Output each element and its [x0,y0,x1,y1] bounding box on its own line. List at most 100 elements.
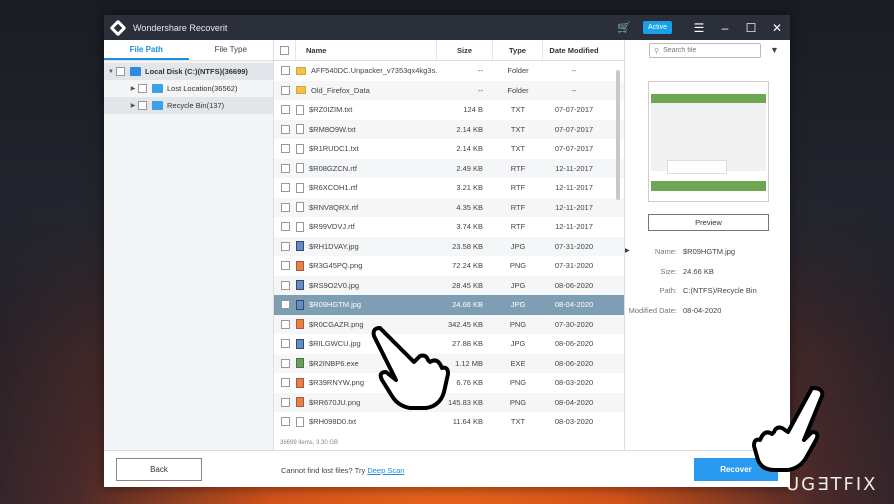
table-row[interactable]: $RNV8QRX.rtf 4.35 KB RTF 12-11-2017 [274,197,624,217]
table-row[interactable]: $RH098D0.txt 11.64 KB TXT 08-03-2020 [274,412,624,432]
tree-checkbox[interactable] [138,101,147,110]
row-checkbox[interactable] [280,66,290,76]
folder-icon [152,84,163,93]
table-header: Name Size Type Date Modified [274,40,624,61]
column-type[interactable]: Type [493,40,543,60]
cart-icon[interactable]: 🛒 [617,21,631,34]
back-button[interactable]: Back [116,458,202,481]
tree-item-lost-location[interactable]: ▶ Lost Location(36562) [104,80,273,97]
folder-icon [296,66,306,75]
tree-item-recycle-bin[interactable]: ▶ Recycle Bin(137) [104,97,273,114]
tab-file-path[interactable]: File Path [104,40,189,60]
txt-file-icon [296,104,304,115]
active-badge[interactable]: Active [642,21,672,34]
file-type: TXT [510,417,526,427]
row-checkbox[interactable] [280,319,290,329]
scrollbar-thumb[interactable] [616,70,620,200]
meta-modified-date: Modified Date: 08-04-2020 [628,306,722,315]
collapse-arrow-icon[interactable]: ▶ [128,85,138,92]
file-name: $RM8O9W.txt [309,124,356,134]
row-checkbox[interactable] [280,124,290,134]
tree-item-local-disk[interactable]: ▼ Local Disk (C:)(NTFS)(36699) [104,63,273,80]
expand-arrow-icon[interactable]: ▼ [106,69,116,75]
table-row[interactable]: $RZ0IZIM.txt 124 B TXT 07-07-2017 [274,100,624,120]
png-file-icon [296,319,304,330]
file-name: $RZ0IZIM.txt [309,105,353,115]
file-date: 12-11-2017 [555,163,593,173]
row-checkbox[interactable] [280,241,290,251]
tab-file-type[interactable]: File Type [189,40,274,60]
column-date-modified[interactable]: Date Modified [543,40,605,60]
file-date: 07-30-2020 [554,319,594,329]
search-icon: ⚲ [654,47,660,55]
row-checkbox[interactable] [280,105,290,115]
row-checkbox[interactable] [280,261,290,271]
table-row[interactable]: $R3G45PQ.png 72.24 KB PNG 07-31-2020 [274,256,624,276]
preview-button[interactable]: Preview [648,214,769,231]
file-date: 07-07-2017 [554,105,594,115]
file-size: 3.74 KB [456,222,483,232]
table-row[interactable]: $R08GZCN.rtf 2.49 KB RTF 12-11-2017 [274,158,624,178]
table-row[interactable]: $R99VDVJ.rtf 3.74 KB RTF 12-11-2017 [274,217,624,237]
table-row[interactable]: Old_Firefox_Data -- Folder -- [274,80,624,100]
table-row[interactable]: $RS9O2V0.jpg 28.45 KB JPG 08-06-2020 [274,275,624,295]
column-size[interactable]: Size [437,40,493,60]
file-size: 24.66 KB [452,300,483,310]
deep-scan-link[interactable]: Deep Scan [367,466,404,475]
file-type: RTF [510,222,526,232]
collapse-arrow-icon[interactable]: ▶ [128,102,138,109]
row-checkbox[interactable] [280,202,290,212]
tree-checkbox[interactable] [116,67,125,76]
search-field[interactable]: ⚲ [649,43,761,58]
file-type: JPG [510,241,526,251]
row-checkbox[interactable] [280,300,290,310]
file-name: $R1RUDC1.txt [309,144,359,154]
row-checkbox[interactable] [280,222,290,232]
file-size: 124 B [463,105,483,115]
column-name[interactable]: Name [296,40,437,60]
jpg-file-icon [296,299,304,310]
row-checkbox[interactable] [280,144,290,154]
row-checkbox[interactable] [280,280,290,290]
table-row[interactable]: $RM8O9W.txt 2.14 KB TXT 07-07-2017 [274,119,624,139]
row-checkbox[interactable] [280,183,290,193]
file-date: 12-11-2017 [555,222,593,232]
maximize-button[interactable]: ☐ [738,21,764,35]
file-date: 08-03-2020 [554,417,594,427]
filter-icon[interactable]: ▼ [770,45,779,55]
file-date: 07-07-2017 [554,144,594,154]
table-row[interactable]: $R09HGTM.jpg 24.66 KB JPG 08-04-2020 [274,295,624,315]
disk-icon [130,67,141,76]
file-type: TXT [510,144,526,154]
file-name: $RH1DVAY.jpg [309,241,359,251]
file-date: 08-04-2020 [554,397,594,407]
search-input[interactable] [663,47,752,54]
table-row[interactable]: $RH1DVAY.jpg 23.58 KB JPG 07-31-2020 [274,236,624,256]
table-row[interactable]: $R6XCOH1.rtf 3.21 KB RTF 12-11-2017 [274,178,624,198]
rtf-file-icon [296,202,304,213]
file-type: RTF [510,202,526,212]
file-date: 08-06-2020 [554,339,594,349]
minimize-button[interactable]: – [712,21,738,35]
row-checkbox[interactable] [280,339,290,349]
tree-item-label: Local Disk (C:)(NTFS)(36699) [145,67,248,76]
menu-icon[interactable]: ☰ [686,21,712,35]
rtf-file-icon [296,163,304,174]
file-size: -- [478,85,483,95]
tree-checkbox[interactable] [138,84,147,93]
row-checkbox[interactable] [280,417,290,427]
close-button[interactable]: ✕ [764,21,790,35]
file-type: JPG [510,300,526,310]
row-checkbox[interactable] [280,163,290,173]
row-checkbox[interactable] [280,378,290,388]
file-type: RTF [510,183,526,193]
table-row[interactable]: AFF540DC.Unpacker_v7353qx4kg3s... -- Folde… [274,61,624,81]
row-checkbox[interactable] [280,85,290,95]
app-title: Wondershare Recoverit [133,22,228,33]
row-checkbox[interactable] [280,397,290,407]
pointing-hand-icon [752,386,825,472]
row-checkbox[interactable] [280,358,290,368]
table-row[interactable]: $R1RUDC1.txt 2.14 KB TXT 07-07-2017 [274,139,624,159]
file-name: $R08GZCN.rtf [309,163,357,173]
select-all-checkbox[interactable] [280,45,289,55]
